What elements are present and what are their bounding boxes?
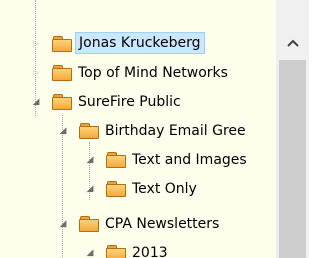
folder-icon [79, 215, 99, 232]
folder-icon [52, 64, 72, 81]
tree-item-text-and-images[interactable]: ◢ Text and Images [0, 147, 276, 173]
tree-item-label[interactable]: Jonas Kruckeberg [75, 32, 205, 54]
scrollbar-thumb[interactable] [279, 60, 306, 258]
tree-item-jonas-kruckeberg[interactable]: ▷ Jonas Kruckeberg [0, 31, 276, 57]
expanded-triangle-icon[interactable]: ◢ [58, 219, 68, 229]
folder-icon [106, 151, 126, 168]
tree-item-label[interactable]: Text Only [129, 178, 200, 200]
tree-item-cpa-newsletters[interactable]: ◢ CPA Newsletters [0, 211, 276, 237]
tree-item-label[interactable]: Birthday Email Gree [102, 120, 249, 142]
tree-item-label[interactable]: CPA Newsletters [102, 213, 222, 235]
tree-item-2013[interactable]: ◢ 2013 [0, 240, 276, 258]
folder-tree: ▷ Jonas Kruckeberg ▷ Top of Mind Network… [0, 0, 276, 258]
folder-icon [52, 93, 72, 110]
expanded-triangle-icon[interactable]: ◢ [85, 184, 95, 194]
folder-icon [79, 122, 99, 139]
tree-item-top-of-mind-networks[interactable]: ▷ Top of Mind Networks [0, 60, 276, 86]
expanded-triangle-icon[interactable]: ◢ [85, 155, 95, 165]
tree-item-birthday-email-greetings[interactable]: ◢ Birthday Email Gree [0, 118, 276, 144]
expanded-triangle-icon[interactable]: ◢ [58, 126, 68, 136]
folder-icon [106, 244, 126, 258]
scroll-up-button[interactable] [276, 26, 309, 60]
chevron-up-icon [286, 39, 299, 47]
tree-item-surefire-public[interactable]: ◢ SureFire Public [0, 89, 276, 115]
tree-item-label[interactable]: SureFire Public [75, 91, 184, 113]
collapsed-triangle-icon[interactable]: ▷ [31, 39, 41, 49]
tree-item-label[interactable]: Text and Images [129, 149, 250, 171]
collapsed-triangle-icon[interactable]: ▷ [31, 68, 41, 78]
expanded-triangle-icon[interactable]: ◢ [85, 248, 95, 258]
folder-icon [52, 35, 72, 52]
tree-item-text-only[interactable]: ◢ Text Only [0, 176, 276, 202]
tree-item-label[interactable]: Top of Mind Networks [75, 62, 231, 84]
tree-item-label[interactable]: 2013 [129, 242, 171, 258]
vertical-scrollbar[interactable] [276, 0, 309, 258]
expanded-triangle-icon[interactable]: ◢ [31, 97, 41, 107]
folder-icon [106, 180, 126, 197]
